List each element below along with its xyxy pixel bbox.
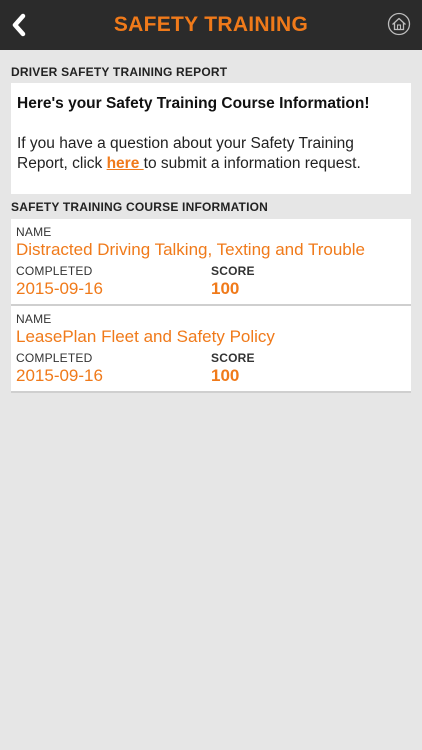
score-label: SCORE [211, 264, 255, 278]
info-text: If you have a question about your Safety… [17, 134, 405, 174]
name-label: NAME [16, 225, 52, 239]
course-list: NAME Distracted Driving Talking, Texting… [11, 219, 411, 393]
completed-date: 2015-09-16 [16, 366, 103, 385]
course-name: LeasePlan Fleet and Safety Policy [16, 327, 275, 346]
info-heading: Here's your Safety Training Course Infor… [17, 95, 370, 112]
score-label: SCORE [211, 351, 255, 365]
score-value: 100 [211, 366, 240, 385]
course-name: Distracted Driving Talking, Texting and … [16, 240, 365, 259]
chevron-left-icon [12, 13, 26, 37]
name-label: NAME [16, 312, 52, 326]
info-text-after-link: to submit a information request. [143, 155, 361, 172]
back-button[interactable] [6, 9, 32, 41]
report-section-title: DRIVER SAFETY TRAINING REPORT [11, 65, 228, 79]
page-title: SAFETY TRAINING [113, 13, 309, 36]
score-value: 100 [211, 279, 240, 298]
completed-label: COMPLETED [16, 351, 93, 365]
course-item[interactable]: NAME Distracted Driving Talking, Texting… [11, 219, 411, 306]
course-item[interactable]: NAME LeasePlan Fleet and Safety Policy C… [11, 306, 411, 393]
home-button[interactable] [387, 12, 411, 36]
nav-bar: SAFETY TRAINING [0, 0, 422, 50]
courses-section-title: SAFETY TRAINING COURSE INFORMATION [11, 200, 269, 214]
info-card: Here's your Safety Training Course Infor… [11, 83, 411, 194]
completed-date: 2015-09-16 [16, 279, 103, 298]
request-link[interactable]: here [107, 155, 144, 172]
completed-label: COMPLETED [16, 264, 93, 278]
home-icon [387, 12, 411, 36]
